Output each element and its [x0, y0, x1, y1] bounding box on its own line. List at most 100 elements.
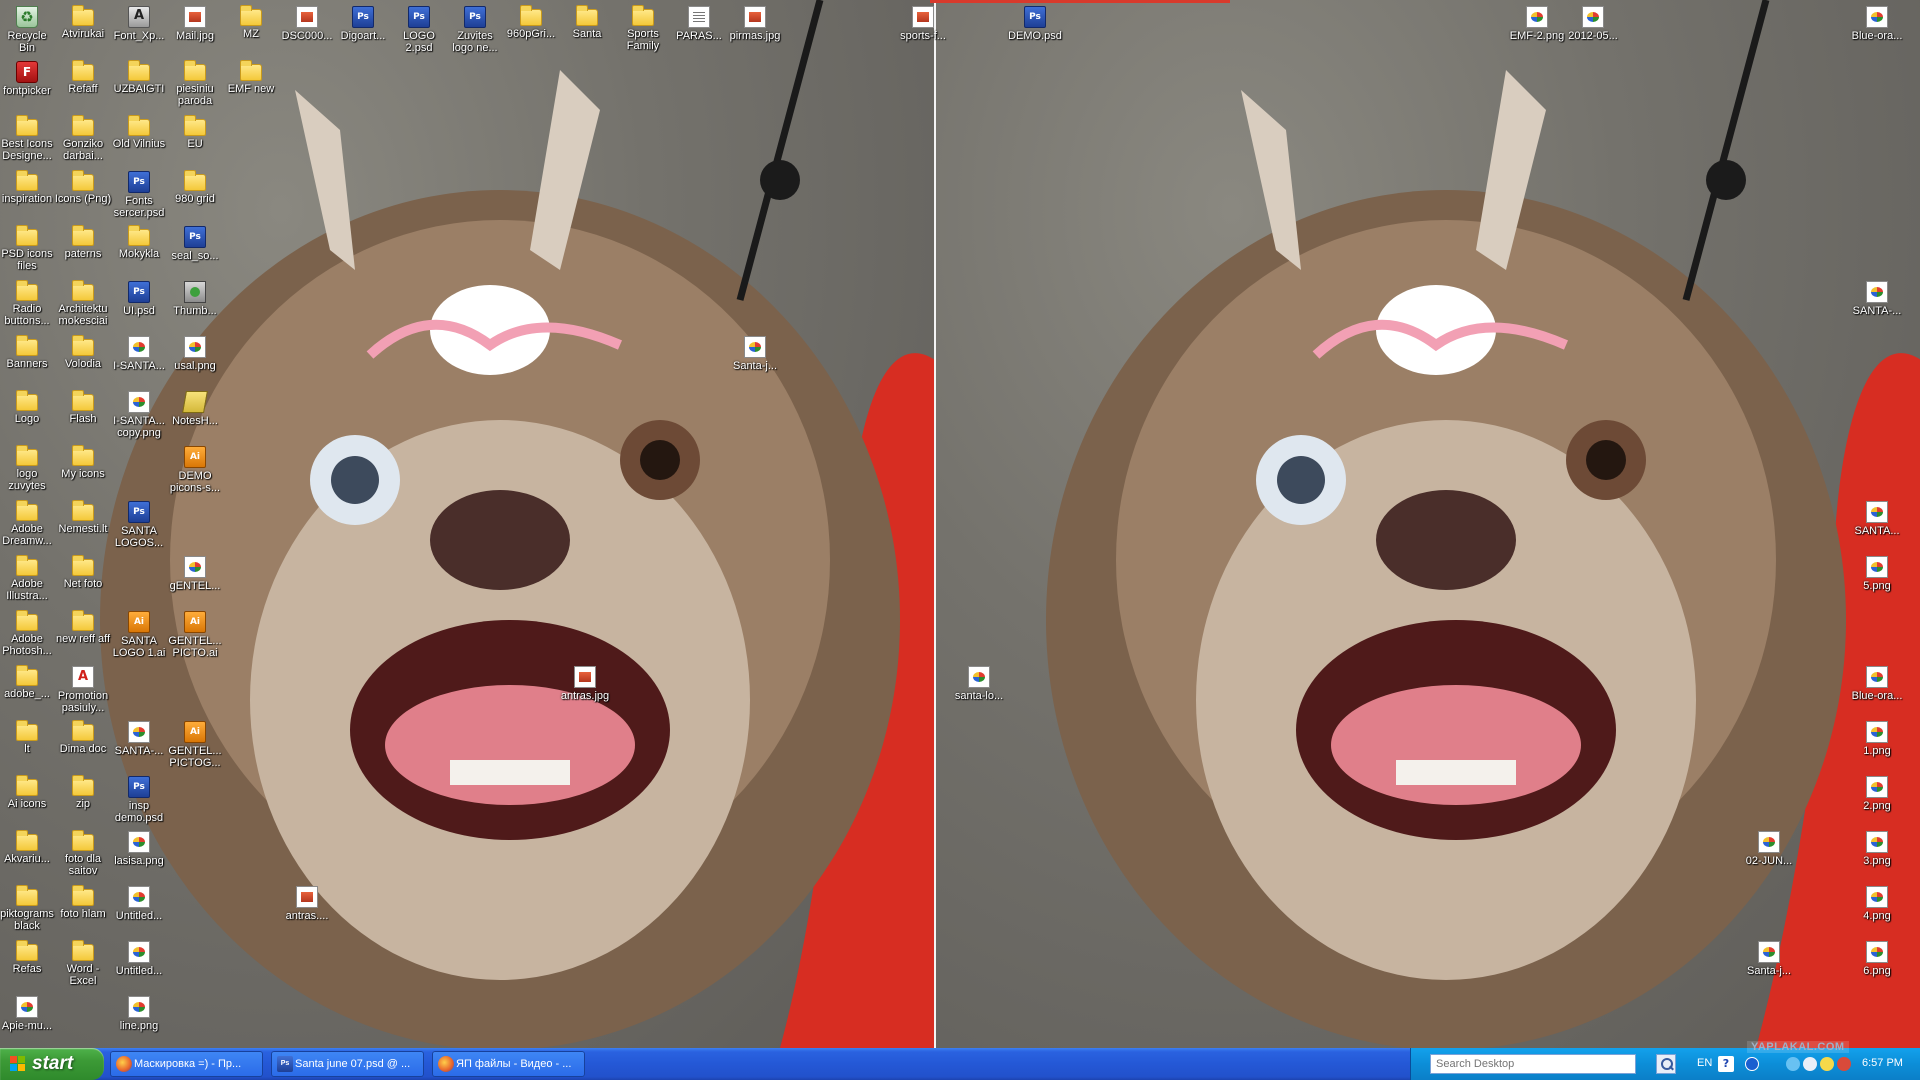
desktop-icon[interactable]: Ps LOGO 2.psd: [390, 4, 448, 54]
desktop-icon[interactable]: PSD icons files: [0, 224, 56, 272]
desktop-icon[interactable]: I-SANTA... copy.png: [110, 389, 168, 439]
desktop-icon[interactable]: Apie-mu...: [0, 994, 56, 1032]
desktop-icon[interactable]: lt: [0, 719, 56, 755]
desktop-icon[interactable]: gENTEL...: [166, 554, 224, 592]
desktop-icon[interactable]: 1.png: [1848, 719, 1906, 757]
desktop-icon[interactable]: MZ: [222, 4, 280, 40]
desktop-icon[interactable]: Icons (Png): [54, 169, 112, 205]
desktop-icon[interactable]: piesiniu paroda: [166, 59, 224, 107]
desktop-icon[interactable]: piktograms black: [0, 884, 56, 932]
desktop-icon[interactable]: SANTA-...: [110, 719, 168, 757]
desktop-icon[interactable]: 02-JUN...: [1740, 829, 1798, 867]
desktop-icon[interactable]: Ps Digoart...: [334, 4, 392, 42]
desktop-icon[interactable]: 6.png: [1848, 939, 1906, 977]
messenger-icon[interactable]: [1820, 1057, 1834, 1071]
desktop-icon[interactable]: Ps insp demo.psd: [110, 774, 168, 824]
desktop-icon[interactable]: Adobe Illustra...: [0, 554, 56, 602]
desktop-icon[interactable]: Volodia: [54, 334, 112, 370]
desktop-icon[interactable]: Ai GENTEL... PICTO.ai: [166, 609, 224, 659]
desktop-icon[interactable]: 4.png: [1848, 884, 1906, 922]
desktop-icon[interactable]: My icons: [54, 444, 112, 480]
desktop-icon[interactable]: Logo: [0, 389, 56, 425]
desktop-icon[interactable]: Sports Family: [614, 4, 672, 52]
desktop-icon[interactable]: Best Icons Designe...: [0, 114, 56, 162]
desktop-icon[interactable]: Santa: [558, 4, 616, 40]
search-icon[interactable]: [1656, 1054, 1676, 1074]
desktop-icon[interactable]: Adobe Dreamw...: [0, 499, 56, 547]
desktop-icon[interactable]: Ps UI.psd: [110, 279, 168, 317]
desktop-icon[interactable]: Ai icons: [0, 774, 56, 810]
desktop-icon[interactable]: Architektu mokesciai: [54, 279, 112, 327]
desktop-icon[interactable]: 960pGri...: [502, 4, 560, 40]
desktop-icon[interactable]: Ps SANTA LOGOS...: [110, 499, 168, 549]
desktop-icon[interactable]: Ps Zuvites logo ne...: [446, 4, 504, 54]
desktop-icon[interactable]: adobe_...: [0, 664, 56, 700]
back-arrow-icon[interactable]: [1786, 1057, 1800, 1071]
desktop-search-input[interactable]: [1430, 1054, 1636, 1074]
desktop-icon[interactable]: zip: [54, 774, 112, 810]
desktop-icon[interactable]: 5.png: [1848, 554, 1906, 592]
desktop-icon[interactable]: Recycle Bin: [0, 4, 56, 54]
desktop-icon[interactable]: I-SANTA...: [110, 334, 168, 372]
desktop-icon[interactable]: 2.png: [1848, 774, 1906, 812]
desktop-icon[interactable]: pirmas.jpg: [726, 4, 784, 42]
desktop-icon[interactable]: logo zuvytes: [0, 444, 56, 492]
desktop-icon[interactable]: line.png: [110, 994, 168, 1032]
desktop-icon[interactable]: Ai GENTEL... PICTOG...: [166, 719, 224, 769]
desktop-icon[interactable]: Untitled...: [110, 939, 168, 977]
desktop-icon[interactable]: Untitled...: [110, 884, 168, 922]
desktop-icon[interactable]: EMF-2.png: [1508, 4, 1566, 42]
desktop-icon[interactable]: Thumb...: [166, 279, 224, 317]
desktop-icon[interactable]: antras....: [278, 884, 336, 922]
desktop-icon[interactable]: Promotion pasiuly...: [54, 664, 112, 714]
desktop-icon[interactable]: 980 grid: [166, 169, 224, 205]
start-button[interactable]: start: [0, 1048, 104, 1080]
desktop-icon[interactable]: Dima doc: [54, 719, 112, 755]
desktop-icon[interactable]: Refaff: [54, 59, 112, 95]
desktop-icon[interactable]: Ps DEMO.psd: [1006, 4, 1064, 42]
desktop-icon[interactable]: new reff aff: [54, 609, 112, 645]
desktop-icon[interactable]: EU: [166, 114, 224, 150]
desktop-icon[interactable]: Santa-j...: [726, 334, 784, 372]
language-indicator[interactable]: EN: [1697, 1057, 1712, 1069]
desktop-icon[interactable]: Ai SANTA LOGO 1.ai: [110, 609, 168, 659]
desktop-icon[interactable]: Flash: [54, 389, 112, 425]
clock[interactable]: 6:57 PM: [1862, 1057, 1903, 1069]
desktop-icon[interactable]: foto dla saitov: [54, 829, 112, 877]
desktop-icon[interactable]: Ai DEMO picons-s...: [166, 444, 224, 494]
desktop-icon[interactable]: Atvirukai: [54, 4, 112, 40]
desktop-icon[interactable]: Blue-ora...: [1848, 664, 1906, 702]
desktop-icon[interactable]: inspiration: [0, 169, 56, 205]
desktop-icon[interactable]: antras.jpg: [556, 664, 614, 702]
desktop-icon[interactable]: Old Vilnius: [110, 114, 168, 150]
desktop-icon[interactable]: paterns: [54, 224, 112, 260]
desktop-icon[interactable]: Nemesti.lt: [54, 499, 112, 535]
desktop-icon[interactable]: 2012-05...: [1564, 4, 1622, 42]
desktop-icon[interactable]: Refas: [0, 939, 56, 975]
desktop-icon[interactable]: Adobe Photosh...: [0, 609, 56, 657]
desktop-icon[interactable]: DSC000...: [278, 4, 336, 42]
taskbar-item-firefox-2[interactable]: ЯП файлы - Видео - ...: [432, 1051, 585, 1077]
desktop-icon[interactable]: santa-lo...: [950, 664, 1008, 702]
desktop-icon[interactable]: Radio buttons...: [0, 279, 56, 327]
desktop-icon[interactable]: NotesH...: [166, 389, 224, 427]
desktop-icon[interactable]: Font_Xp...: [110, 4, 168, 42]
desktop-icon[interactable]: lasisa.png: [110, 829, 168, 867]
desktop-icon[interactable]: Gonziko darbai...: [54, 114, 112, 162]
desktop-icon[interactable]: Blue-ora...: [1848, 4, 1906, 42]
antivirus-icon[interactable]: [1837, 1057, 1851, 1071]
desktop-icon[interactable]: SANTA...: [1848, 499, 1906, 537]
network-icon[interactable]: [1745, 1057, 1759, 1071]
desktop-icon[interactable]: Net foto: [54, 554, 112, 590]
desktop-icon[interactable]: sports-f...: [894, 4, 952, 42]
desktop-icon[interactable]: PARAS...: [670, 4, 728, 42]
desktop-icon[interactable]: SANTA-...: [1848, 279, 1906, 317]
desktop-icon[interactable]: UZBAIGTI: [110, 59, 168, 95]
desktop-icon[interactable]: Mail.jpg: [166, 4, 224, 42]
desktop-icon[interactable]: Ps Fonts sercer.psd: [110, 169, 168, 219]
desktop-icon[interactable]: usal.png: [166, 334, 224, 372]
desktop-icon[interactable]: EMF new: [222, 59, 280, 95]
taskbar-item-firefox-1[interactable]: Маскировка =) - Пр...: [110, 1051, 263, 1077]
help-icon[interactable]: ?: [1718, 1056, 1734, 1072]
desktop-icon[interactable]: Ps seal_so...: [166, 224, 224, 262]
